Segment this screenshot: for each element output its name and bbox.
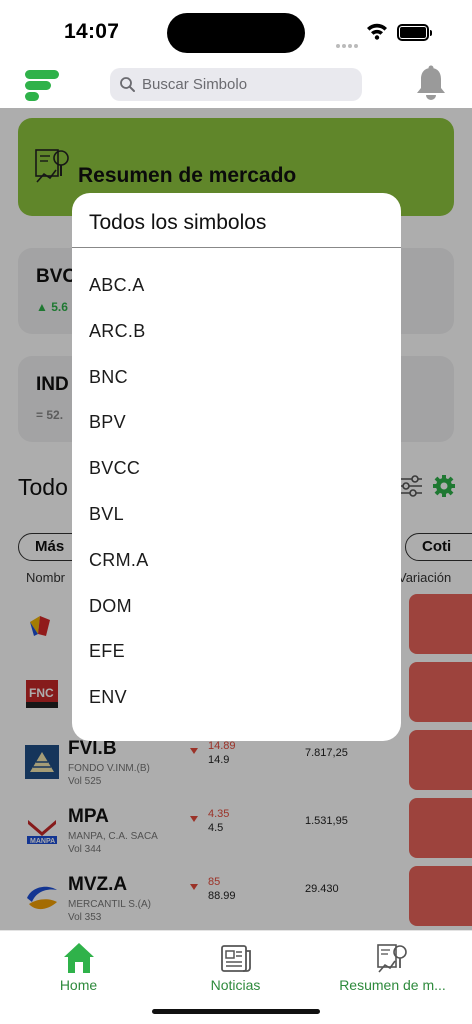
modal-title: Todos los simbolos — [89, 211, 267, 234]
symbol-option[interactable]: ARC.B — [72, 308, 401, 354]
app-header: Buscar Simbolo — [0, 62, 472, 108]
dynamic-island — [167, 13, 305, 53]
bell-icon[interactable] — [414, 64, 448, 104]
cellular-signal-icon — [336, 35, 360, 53]
app-screen: 14:07 Buscar Simbolo Resumen de mercado … — [0, 0, 472, 1024]
status-time: 14:07 — [64, 20, 120, 43]
symbol-option[interactable]: CRM.A — [72, 537, 401, 583]
search-placeholder: Buscar Simbolo — [142, 76, 248, 93]
symbol-option[interactable]: BNC — [72, 354, 401, 400]
tab-home[interactable]: Home — [0, 941, 157, 993]
search-icon — [120, 77, 135, 92]
battery-icon — [397, 24, 432, 41]
app-logo[interactable] — [22, 66, 62, 104]
home-icon — [63, 943, 94, 973]
tab-news[interactable]: Noticias — [157, 941, 314, 993]
symbol-option[interactable]: ABC.A — [72, 262, 401, 308]
symbol-list: ABC.A ARC.B BNC BPV BVCC BVL CRM.A DOM E… — [72, 262, 401, 720]
tab-market-summary[interactable]: Resumen de m... — [314, 941, 471, 993]
symbol-picker-modal: Todos los simbolos ABC.A ARC.B BNC BPV B… — [72, 193, 401, 741]
tab-label: Noticias — [210, 977, 261, 993]
symbol-option[interactable]: BVCC — [72, 445, 401, 491]
tab-label: Resumen de m... — [339, 977, 446, 993]
news-icon — [220, 945, 251, 972]
symbol-option[interactable]: BVL — [72, 491, 401, 537]
symbol-option[interactable]: DOM — [72, 583, 401, 629]
modal-divider — [72, 247, 401, 248]
market-summary-icon — [376, 944, 407, 973]
search-input[interactable]: Buscar Simbolo — [110, 68, 362, 101]
tab-label: Home — [59, 977, 98, 993]
wifi-icon — [367, 23, 387, 40]
symbol-option[interactable]: EFE — [72, 628, 401, 674]
symbol-option[interactable]: ENV — [72, 674, 401, 720]
home-indicator — [152, 1009, 320, 1014]
symbol-option[interactable]: BPV — [72, 399, 401, 445]
status-bar: 14:07 — [0, 0, 472, 62]
